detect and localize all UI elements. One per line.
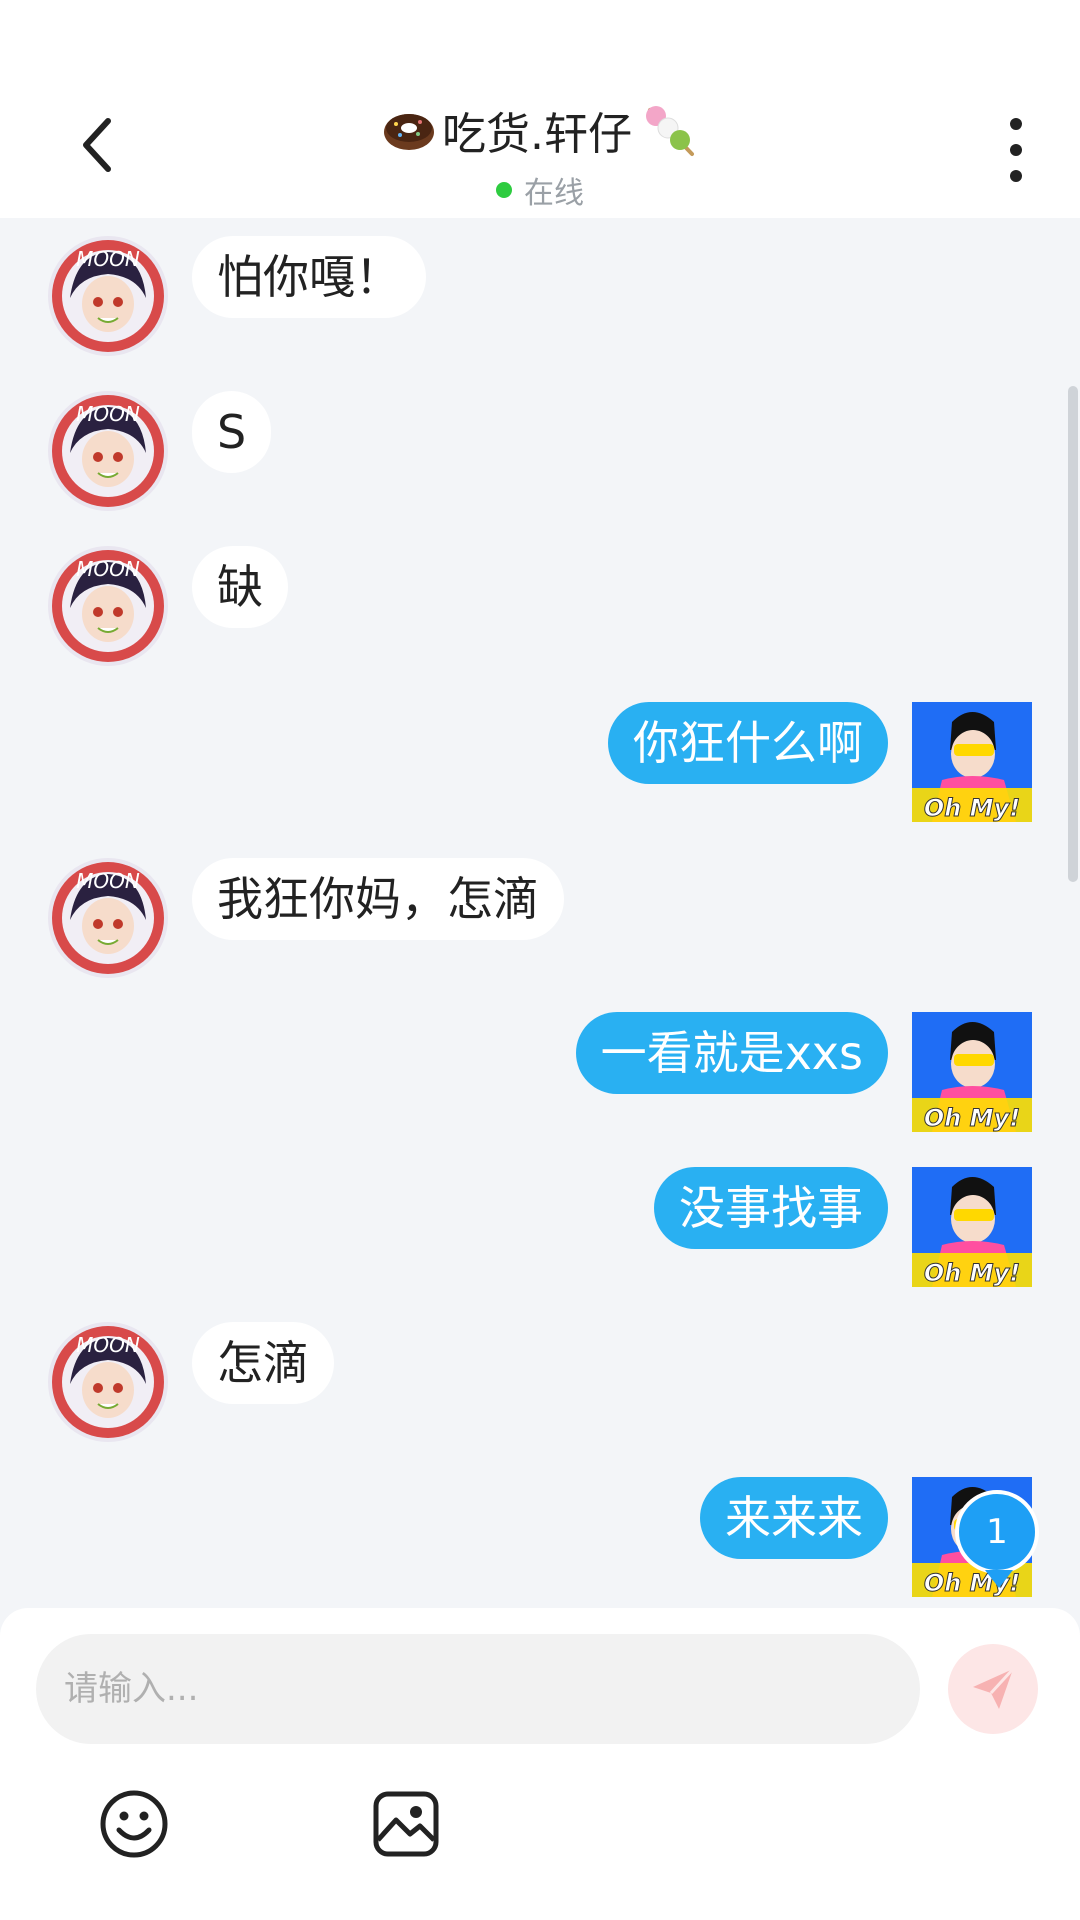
incoming-message[interactable]: 我狂你妈，怎滴 [192,858,564,940]
svg-text:Oh My!: Oh My! [924,1104,1020,1132]
outgoing-message[interactable]: 来来来 [700,1477,888,1559]
svg-text:Oh My!: Oh My! [924,794,1020,822]
outgoing-message[interactable]: 没事找事 [654,1167,888,1249]
donut-emoji [384,114,434,150]
image-button[interactable] [370,1788,442,1860]
contact-avatar[interactable]: MOON [48,236,168,356]
svg-text:MOON: MOON [76,1333,140,1357]
more-options-button[interactable] [996,118,1036,182]
svg-text:MOON: MOON [76,557,140,581]
message-input[interactable] [36,1634,920,1744]
svg-text:Oh My!: Oh My! [924,1259,1020,1287]
contact-avatar[interactable]: MOON [48,546,168,666]
chat-header: 吃货.轩仔 在线 [0,0,1080,218]
message-row: MOON S [0,391,1080,511]
incoming-message[interactable]: 怎滴 [192,1322,334,1404]
outgoing-message[interactable]: 一看就是xxs [575,1012,888,1094]
message-row: 你狂什么啊 Oh My! [0,702,1080,822]
dango-emoji [646,106,694,156]
incoming-message[interactable]: 缺 [192,546,288,628]
image-icon [373,1791,439,1857]
message-list[interactable]: MOON 怕你嘎！ MOON S MOON 缺 你狂什么啊 Oh My! MOO… [0,218,1080,1608]
chat-scrollbar[interactable] [1068,386,1078,882]
contact-avatar[interactable]: MOON [48,391,168,511]
outgoing-message[interactable]: 你狂什么啊 [608,702,888,784]
incoming-message[interactable]: S [192,391,272,473]
svg-text:MOON: MOON [76,402,140,426]
message-row: 来来来 Oh My! [0,1477,1080,1597]
message-row: 一看就是xxs Oh My! [0,1012,1080,1132]
svg-text:MOON: MOON [76,247,140,271]
more-vertical-icon [1010,118,1022,130]
message-row: MOON 怎滴 [0,1322,1080,1442]
contact-avatar[interactable]: MOON [48,858,168,978]
message-row: MOON 怕你嘎！ [0,236,1080,356]
message-row: 没事找事 Oh My! [0,1167,1080,1287]
my-avatar[interactable]: Oh My! [912,1012,1032,1132]
contact-avatar[interactable]: MOON [48,1322,168,1442]
smiley-icon [100,1790,168,1858]
chat-title: 吃货.轩仔 [382,98,698,162]
online-dot [496,182,512,198]
send-button[interactable] [948,1644,1038,1734]
incoming-message[interactable]: 怕你嘎！ [192,236,426,318]
message-row: MOON 我狂你妈，怎滴 [0,858,1080,978]
unread-count-badge[interactable]: 1 [955,1490,1039,1588]
paper-plane-icon [973,1667,1015,1709]
my-avatar[interactable]: Oh My! [912,1167,1032,1287]
message-row: MOON 缺 [0,546,1080,666]
message-composer [0,1608,1080,1920]
emoji-button[interactable] [98,1788,170,1860]
online-status: 在线 [496,168,584,212]
my-avatar[interactable]: Oh My! [912,702,1032,822]
online-status-label: 在线 [524,176,584,211]
svg-text:MOON: MOON [76,869,140,893]
contact-name: 吃货.轩仔 [442,109,632,160]
